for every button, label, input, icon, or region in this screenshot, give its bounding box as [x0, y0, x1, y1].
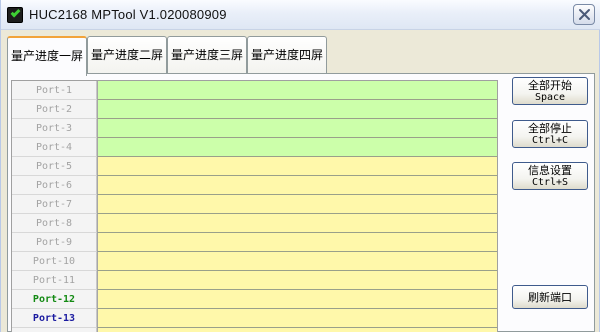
port-row: Port-6 [12, 176, 497, 195]
port-row: Port-14 [12, 328, 497, 332]
port-status-bar [97, 138, 497, 157]
port-status-bar [97, 100, 497, 119]
port-status-bar [97, 290, 497, 309]
port-row: Port-8 [12, 214, 497, 233]
port-row: Port-9 [12, 233, 497, 252]
port-status-bar [97, 81, 497, 100]
port-status-bar [97, 195, 497, 214]
tab-screen-2[interactable]: 量产进度二屏 [87, 36, 167, 74]
port-grid: Port-1 Port-2 Port-3 Port-4 Port-5 Port-6 Port… [11, 80, 498, 332]
tab-screen-1[interactable]: 量产进度一屏 [7, 36, 87, 76]
port-row: Port-1 [12, 81, 497, 100]
window-title: HUC2168 MPTool V1.020080909 [29, 7, 227, 22]
port-row: Port-5 [12, 157, 497, 176]
info-settings-label: 信息设置 [528, 164, 572, 177]
port-label: Port-14 [12, 328, 97, 332]
port-status-bar [97, 233, 497, 252]
port-row: Port-10 [12, 252, 497, 271]
port-row: Port-12 [12, 290, 497, 309]
info-settings-button[interactable]: 信息设置 Ctrl+S [512, 162, 588, 190]
port-status-bar [97, 328, 497, 332]
refresh-ports-button[interactable]: 刷新端口 [512, 285, 588, 309]
start-all-shortcut: Space [534, 92, 566, 103]
port-label: Port-8 [12, 214, 97, 233]
port-status-bar [97, 176, 497, 195]
start-all-label: 全部开始 [528, 79, 572, 92]
stop-all-button[interactable]: 全部停止 Ctrl+C [512, 120, 588, 148]
check-icon [7, 7, 23, 23]
port-status-bar [97, 214, 497, 233]
title-bar[interactable]: HUC2168 MPTool V1.020080909 [1, 0, 600, 30]
port-status-bar [97, 271, 497, 290]
port-row: Port-3 [12, 119, 497, 138]
stop-all-shortcut: Ctrl+C [531, 135, 569, 146]
tab-screen-4[interactable]: 量产进度四屏 [247, 36, 327, 74]
port-label: Port-3 [12, 119, 97, 138]
tab-screen-3[interactable]: 量产进度三屏 [167, 36, 247, 74]
port-label: Port-11 [12, 271, 97, 290]
port-label: Port-2 [12, 100, 97, 119]
port-label: Port-12 [12, 290, 97, 309]
port-row: Port-7 [12, 195, 497, 214]
info-settings-shortcut: Ctrl+S [531, 177, 569, 188]
port-label: Port-5 [12, 157, 97, 176]
port-label: Port-1 [12, 81, 97, 100]
port-label: Port-6 [12, 176, 97, 195]
refresh-ports-label: 刷新端口 [528, 291, 572, 304]
port-label: Port-13 [12, 309, 97, 328]
port-status-bar [97, 157, 497, 176]
port-status-bar [97, 119, 497, 138]
port-status-bar [97, 309, 497, 328]
port-label: Port-9 [12, 233, 97, 252]
close-icon[interactable] [573, 4, 595, 25]
app-window: HUC2168 MPTool V1.020080909 量产进度一屏 量产进度二… [0, 0, 600, 332]
port-label: Port-4 [12, 138, 97, 157]
port-label: Port-10 [12, 252, 97, 271]
port-row: Port-2 [12, 100, 497, 119]
port-row: Port-11 [12, 271, 497, 290]
start-all-button[interactable]: 全部开始 Space [512, 77, 588, 105]
port-status-bar [97, 252, 497, 271]
port-row: Port-13 [12, 309, 497, 328]
port-row: Port-4 [12, 138, 497, 157]
port-label: Port-7 [12, 195, 97, 214]
stop-all-label: 全部停止 [528, 122, 572, 135]
